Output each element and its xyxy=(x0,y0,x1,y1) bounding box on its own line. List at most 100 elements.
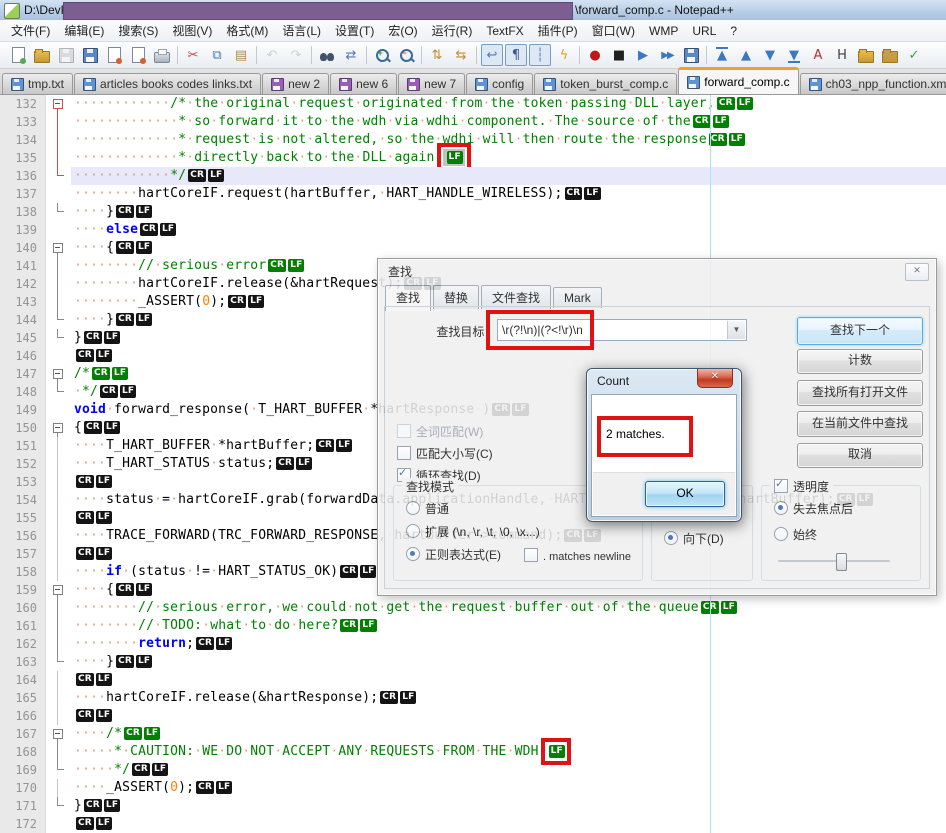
new-file-button[interactable] xyxy=(7,44,29,66)
transparency-checkbox[interactable]: 透明度 xyxy=(770,478,833,495)
match-case-checkbox[interactable]: 匹配大小写(C) xyxy=(397,445,493,462)
code-text[interactable]: ············*/CRLF xyxy=(71,167,946,185)
function-completion-button[interactable]: ϟ xyxy=(553,44,575,66)
code-text[interactable]: ········//·TODO:·what·to·do·here?CRLF xyxy=(71,617,946,635)
fold-collapse-icon[interactable] xyxy=(53,423,63,433)
find-dialog-close-button[interactable]: ✕ xyxy=(905,263,929,281)
doc-tab-token-burst-comp-c[interactable]: token_burst_comp.c xyxy=(534,73,677,94)
menu-item-9[interactable]: 运行(R) xyxy=(425,20,480,41)
sync-horizontal-scroll-button[interactable]: ⇆ xyxy=(450,44,472,66)
close-all-docs-button[interactable] xyxy=(127,44,149,66)
mode-regex-radio[interactable]: 正则表达式(E) xyxy=(406,546,501,563)
code-text[interactable]: ····{CRLF xyxy=(71,239,946,257)
zoom-out-button[interactable]: − xyxy=(395,44,417,66)
menu-item-6[interactable]: 语言(L) xyxy=(275,20,328,41)
code-text[interactable]: }CRLF xyxy=(71,797,946,815)
code-text[interactable]: ····elseCRLF xyxy=(71,221,946,239)
nav-top-button[interactable]: ▲ xyxy=(711,44,733,66)
nav-up-button[interactable]: ▲ xyxy=(735,44,757,66)
macro-run-multiple-button[interactable]: ▶▶ xyxy=(656,44,678,66)
doc-tab-config[interactable]: config xyxy=(466,73,533,94)
code-text[interactable]: CRLF xyxy=(71,707,946,725)
mode-normal-radio[interactable]: 普通 xyxy=(406,500,449,517)
sync-vertical-scroll-button[interactable]: ⇅ xyxy=(426,44,448,66)
doc-tab-tmp-txt[interactable]: tmp.txt xyxy=(2,73,73,94)
menu-item-4[interactable]: 视图(V) xyxy=(165,20,219,41)
macro-stop-button[interactable]: ■ xyxy=(608,44,630,66)
shortcuts-button[interactable] xyxy=(879,44,901,66)
menu-item-14[interactable]: URL xyxy=(685,22,723,40)
menu-item-11[interactable]: 插件(P) xyxy=(531,20,585,41)
code-text[interactable]: ········return;CRLF xyxy=(71,635,946,653)
doc-tab-new-7[interactable]: new 7 xyxy=(398,73,465,94)
print-button[interactable] xyxy=(151,44,173,66)
slider-thumb[interactable] xyxy=(836,553,847,571)
find-in-current-file-button[interactable]: 在当前文件中查找 xyxy=(797,411,923,437)
doc-tab-articles-books-codes-links-txt[interactable]: articles books codes links.txt xyxy=(74,73,261,94)
macro-save-button[interactable] xyxy=(680,44,702,66)
whole-word-checkbox[interactable]: 全词匹配(W) xyxy=(397,423,483,440)
tab-mark[interactable]: Mark xyxy=(553,287,602,308)
html-tag-button[interactable]: H xyxy=(831,44,853,66)
doc-tab-new-6[interactable]: new 6 xyxy=(330,73,397,94)
zoom-in-button[interactable]: + xyxy=(371,44,393,66)
menu-item-8[interactable]: 宏(O) xyxy=(381,20,424,41)
fold-collapse-icon[interactable] xyxy=(53,369,63,379)
transparency-always-radio[interactable]: 始终 xyxy=(774,526,817,543)
count-button[interactable]: 计数 xyxy=(797,349,923,374)
menu-item-1[interactable]: 文件(F) xyxy=(4,20,57,41)
menu-item-3[interactable]: 搜索(S) xyxy=(111,20,165,41)
show-all-characters-button[interactable]: ¶ xyxy=(505,44,527,66)
save-all-button[interactable] xyxy=(79,44,101,66)
doc-tab-ch03-npp-function-xml[interactable]: ch03_npp_function.xml xyxy=(800,73,946,94)
code-text[interactable]: ····_ASSERT(0);CRLF xyxy=(71,779,946,797)
doc-tab-new-2[interactable]: new 2 xyxy=(262,73,329,94)
save-button[interactable] xyxy=(55,44,77,66)
macro-record-button[interactable]: ● xyxy=(584,44,606,66)
code-text[interactable]: ·····*·CAUTION:·WE·DO·NOT·ACCEPT·ANY·REQ… xyxy=(71,743,946,761)
code-text[interactable]: ····}CRLF xyxy=(71,203,946,221)
fold-collapse-icon[interactable] xyxy=(53,585,63,595)
fold-collapse-icon[interactable] xyxy=(53,729,63,739)
cut-button[interactable]: ✂ xyxy=(182,44,204,66)
redo-button[interactable]: ↷ xyxy=(285,44,307,66)
paste-button[interactable]: ▤ xyxy=(230,44,252,66)
undo-button[interactable]: ↶ xyxy=(261,44,283,66)
transparency-on-lose-focus-radio[interactable]: 失去焦点后 xyxy=(774,500,853,517)
close-doc-button[interactable] xyxy=(103,44,125,66)
code-text[interactable]: ····hartCoreIF.release(&hartResponse);CR… xyxy=(71,689,946,707)
copy-button[interactable]: ⧉ xyxy=(206,44,228,66)
open-file-button[interactable] xyxy=(31,44,53,66)
word-wrap-button[interactable]: ↩ xyxy=(481,44,503,66)
fold-collapse-icon[interactable] xyxy=(53,243,63,253)
menu-item-5[interactable]: 格式(M) xyxy=(219,20,275,41)
menu-item-13[interactable]: WMP xyxy=(642,22,685,40)
code-text[interactable]: ····}CRLF xyxy=(71,653,946,671)
menu-item-12[interactable]: 窗口(W) xyxy=(585,20,642,41)
code-text[interactable]: ········hartCoreIF.request(hartBuffer,·H… xyxy=(71,185,946,203)
chevron-down-icon[interactable]: ▼ xyxy=(727,321,745,339)
nav-down-button[interactable]: ▼ xyxy=(759,44,781,66)
mode-extended-radio[interactable]: 扩展 (\n, \r, \t, \0, \x...) xyxy=(406,523,540,540)
open-folder-button[interactable] xyxy=(855,44,877,66)
menu-item-15[interactable]: ? xyxy=(723,22,744,40)
menu-item-10[interactable]: TextFX xyxy=(479,22,530,40)
menu-item-7[interactable]: 设置(T) xyxy=(328,20,381,41)
code-text[interactable]: ·····*/CRLF xyxy=(71,761,946,779)
syntax-highlight-button[interactable]: A xyxy=(807,44,829,66)
search-target-combobox[interactable]: \r(?!\n)|(?<!\r)\n ▼ xyxy=(497,319,747,341)
spell-check-button[interactable]: ✓ xyxy=(903,44,925,66)
replace-button[interactable]: ⇄ xyxy=(340,44,362,66)
code-text[interactable]: ····/*CRLF xyxy=(71,725,946,743)
doc-tab-forward-comp-c[interactable]: forward_comp.c xyxy=(678,67,798,94)
code-text[interactable]: ············/*·the·original·request·orig… xyxy=(71,95,946,113)
transparency-slider[interactable] xyxy=(778,552,890,570)
fold-collapse-icon[interactable] xyxy=(53,99,63,109)
find-all-open-files-button[interactable]: 查找所有打开文件 xyxy=(797,380,923,406)
find-button[interactable] xyxy=(316,44,338,66)
code-text[interactable]: ·············*·so·forward·it·to·the·wdh·… xyxy=(71,113,946,131)
menu-item-2[interactable]: 编辑(E) xyxy=(57,20,111,41)
matches-newline-checkbox[interactable]: . matches newline xyxy=(524,548,631,563)
cancel-button[interactable]: 取消 xyxy=(797,443,923,468)
direction-down-radio[interactable]: 向下(D) xyxy=(664,530,724,547)
